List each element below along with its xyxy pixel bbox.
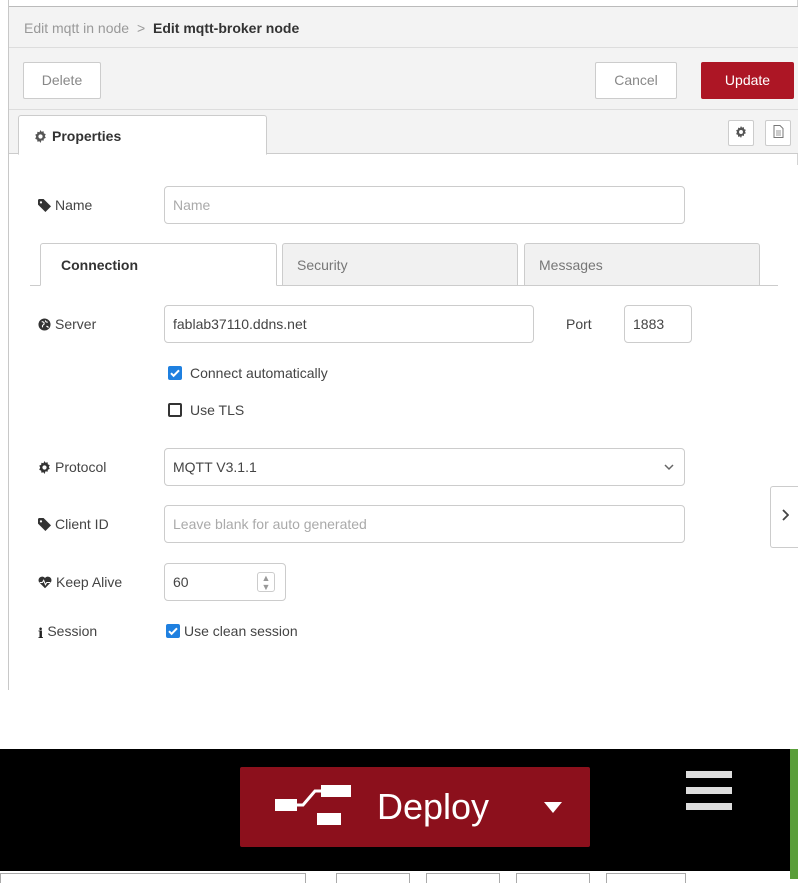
server-label: Server bbox=[38, 316, 96, 332]
settings-button[interactable] bbox=[728, 120, 754, 146]
cog-icon bbox=[39, 461, 50, 474]
tray-tab-strip: Properties bbox=[9, 110, 798, 155]
toolbar-button[interactable] bbox=[516, 873, 590, 883]
delete-button[interactable]: Delete bbox=[23, 62, 101, 99]
port-input[interactable]: 1883 bbox=[624, 305, 692, 343]
description-button[interactable] bbox=[765, 120, 791, 146]
tab-properties[interactable]: Properties bbox=[18, 115, 267, 155]
connect-automatically-label: Connect automatically bbox=[190, 365, 328, 381]
keep-alive-label: Keep Alive bbox=[38, 574, 122, 590]
server-input[interactable]: fablab37110.ddns.net bbox=[164, 305, 534, 343]
use-tls-option[interactable]: Use TLS bbox=[168, 402, 244, 418]
tray-toolbar: Delete Cancel Update bbox=[9, 48, 798, 110]
protocol-label: Protocol bbox=[38, 459, 106, 475]
breadcrumb: Edit mqtt in node > Edit mqtt-broker nod… bbox=[9, 6, 798, 48]
toolbar-button[interactable] bbox=[426, 873, 500, 883]
chevron-right-icon bbox=[781, 509, 789, 521]
keep-alive-value: 60 bbox=[173, 574, 189, 590]
clean-session-checkbox[interactable] bbox=[166, 624, 180, 638]
connect-automatically-checkbox[interactable] bbox=[168, 366, 182, 380]
check-icon bbox=[170, 369, 180, 378]
info-icon: i bbox=[38, 626, 44, 642]
cancel-button[interactable]: Cancel bbox=[595, 62, 677, 99]
deploy-button[interactable]: Deploy bbox=[240, 767, 590, 847]
breadcrumb-separator: > bbox=[136, 20, 146, 36]
sidebar-toggle-button[interactable] bbox=[770, 486, 798, 548]
toolbar-button[interactable] bbox=[606, 873, 686, 883]
name-input[interactable]: Name bbox=[164, 186, 685, 224]
edit-node-tray: Edit mqtt in node > Edit mqtt-broker nod… bbox=[0, 0, 798, 690]
update-button[interactable]: Update bbox=[701, 62, 794, 99]
port-label: Port bbox=[566, 316, 592, 332]
keep-alive-input[interactable]: 60 ▲ ▼ bbox=[164, 563, 286, 601]
palette-search-input[interactable] bbox=[0, 873, 306, 883]
app-header: Deploy bbox=[0, 749, 798, 879]
toolbar-button[interactable] bbox=[336, 873, 410, 883]
tab-connection[interactable]: Connection bbox=[40, 243, 277, 286]
tag-icon bbox=[38, 199, 51, 212]
gear-icon bbox=[736, 126, 746, 138]
heartbeat-icon bbox=[38, 576, 52, 589]
use-tls-label: Use TLS bbox=[190, 402, 245, 418]
caret-down-icon[interactable] bbox=[544, 802, 562, 813]
client-id-input[interactable]: Leave blank for auto generated bbox=[164, 505, 685, 543]
tab-properties-label: Properties bbox=[52, 128, 122, 144]
tag-icon bbox=[38, 518, 51, 531]
gear-icon bbox=[34, 118, 47, 143]
spinner-arrows-icon[interactable]: ▲ ▼ bbox=[257, 572, 275, 592]
menu-icon[interactable] bbox=[686, 771, 732, 811]
session-label: i Session bbox=[38, 623, 98, 642]
protocol-value: MQTT V3.1.1 bbox=[173, 459, 257, 475]
check-icon bbox=[168, 627, 178, 636]
chevron-down-icon bbox=[664, 464, 674, 471]
tab-security[interactable]: Security bbox=[282, 243, 518, 286]
breadcrumb-current: Edit mqtt-broker node bbox=[153, 20, 300, 36]
tab-messages[interactable]: Messages bbox=[524, 243, 760, 286]
name-label: Name bbox=[38, 197, 92, 213]
header-accent bbox=[790, 749, 798, 879]
clean-session-option[interactable]: Use clean session bbox=[166, 623, 298, 639]
client-id-label: Client ID bbox=[38, 516, 109, 532]
breadcrumb-parent[interactable]: Edit mqtt in node bbox=[24, 20, 129, 36]
globe-icon bbox=[38, 318, 51, 331]
clean-session-label: Use clean session bbox=[184, 623, 298, 639]
protocol-select[interactable]: MQTT V3.1.1 bbox=[164, 448, 685, 486]
connect-automatically-option[interactable]: Connect automatically bbox=[168, 365, 328, 381]
deploy-icon bbox=[275, 785, 351, 825]
use-tls-checkbox[interactable] bbox=[168, 403, 182, 417]
file-text-icon bbox=[773, 125, 783, 138]
deploy-label: Deploy bbox=[377, 786, 490, 827]
